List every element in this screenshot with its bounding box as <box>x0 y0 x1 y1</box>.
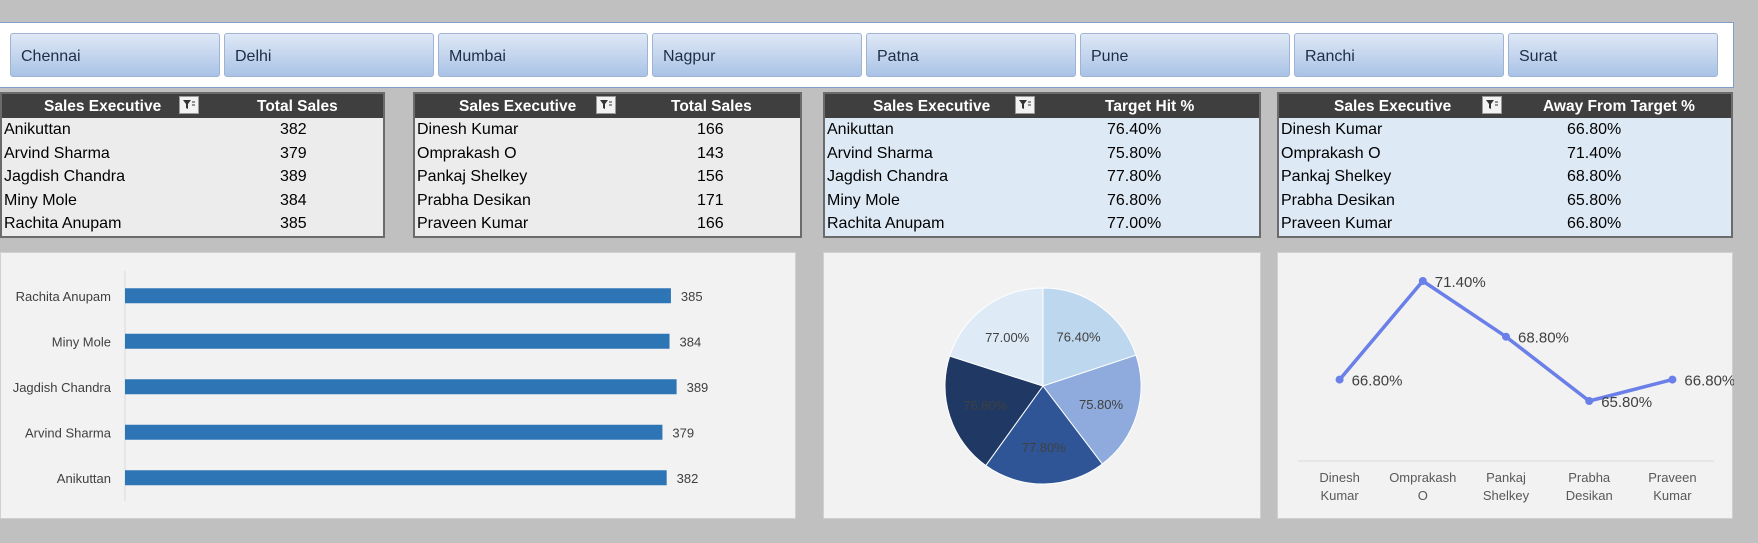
data-label: 379 <box>672 425 694 440</box>
pivot-table-total-sales-1: Sales Executive Total Sales Anikuttan 382… <box>0 92 385 238</box>
tick-label: Miny Mole <box>52 334 111 349</box>
header-sales-executive: Sales Executive <box>873 98 991 115</box>
line-chart: 66.80% Dinesh Kumar 71.40% Omprakash O 68.80% P… <box>1298 274 1735 503</box>
slicer-item-mumbai[interactable]: Mumbai <box>438 33 648 77</box>
line-chart-panel[interactable]: 66.80% Dinesh Kumar 71.40% Omprakash O 68.80% P… <box>1277 252 1735 519</box>
tick-label: Dinesh <box>1319 470 1359 485</box>
tick-label: Kumar <box>1320 488 1359 503</box>
tick-label: Shelkey <box>1483 488 1530 503</box>
table-row: Anikuttan 382 <box>4 121 307 138</box>
filter-icon <box>600 100 612 109</box>
filter-button[interactable] <box>179 96 199 114</box>
data-point <box>1335 375 1344 384</box>
data-label: 66.80% <box>1352 373 1403 390</box>
slicer-item-ranchi[interactable]: Ranchi <box>1294 33 1504 77</box>
table-row: Jagdish Chandra 389 <box>4 168 307 185</box>
header-value: Target Hit % <box>1105 98 1195 115</box>
data-point <box>1668 375 1677 384</box>
slicer-item-pune[interactable]: Pune <box>1080 33 1290 77</box>
data-label: 77.80% <box>1022 440 1067 455</box>
header-value: Total Sales <box>257 98 338 115</box>
filter-button[interactable] <box>1015 96 1035 114</box>
table-row: Pankaj Shelkey 68.80% <box>1281 168 1622 185</box>
bar-chart: Rachita Anupam 385 Miny Mole 384 Jagdish Cha… <box>13 271 709 501</box>
table-row: Omprakash O 71.40% <box>1281 144 1622 162</box>
header-sales-executive: Sales Executive <box>1334 98 1452 115</box>
data-label: 389 <box>687 380 709 395</box>
bar <box>125 288 671 304</box>
filter-button[interactable] <box>1482 96 1502 114</box>
table-row: Prabha Desikan 171 <box>417 191 724 209</box>
tick-label: Rachita Anupam <box>16 289 111 304</box>
data-label: 76.80% <box>963 398 1008 413</box>
table-header: Sales Executive Away From Target % <box>1279 94 1731 118</box>
table-row: Rachita Anupam 385 <box>4 215 307 232</box>
data-point <box>1418 277 1427 285</box>
data-label: 382 <box>677 471 699 486</box>
slicer-item-surat[interactable]: Surat <box>1508 33 1718 77</box>
table-header: Sales Executive Total Sales <box>415 94 800 118</box>
slicer-item-patna[interactable]: Patna <box>866 33 1076 77</box>
tick-label: Jagdish Chandra <box>13 380 112 395</box>
header-value: Away From Target % <box>1543 98 1695 115</box>
table-row: Arvind Sharma 75.80% <box>827 144 1162 162</box>
table-row: Jagdish Chandra 77.80% <box>827 168 1162 185</box>
table-row: Praveen Kumar 166 <box>417 215 724 232</box>
filter-icon <box>183 100 195 109</box>
tick-label: Pankaj <box>1486 470 1526 485</box>
table-row: Miny Mole 76.80% <box>827 191 1162 209</box>
data-label: 75.80% <box>1079 397 1124 412</box>
data-label: 66.80% <box>1684 373 1734 390</box>
data-label: 77.00% <box>985 330 1030 345</box>
table-row: Prabha Desikan 65.80% <box>1281 191 1622 209</box>
pivot-table-total-sales-2: Sales Executive Total Sales Dinesh Kumar… <box>413 92 802 238</box>
slicer-item-nagpur[interactable]: Nagpur <box>652 33 862 77</box>
pie-chart: 76.40% 75.80% 77.80% 76.80% 77.00% <box>944 287 1142 485</box>
table-row: Praveen Kumar 66.80% <box>1281 215 1622 232</box>
table-header: Sales Executive Total Sales <box>2 94 383 118</box>
pie-chart-panel[interactable]: 76.40% 75.80% 77.80% 76.80% 77.00% <box>823 252 1261 519</box>
data-label: 385 <box>681 289 703 304</box>
data-label: 76.40% <box>1057 330 1102 345</box>
table-row: Pankaj Shelkey 156 <box>417 168 724 185</box>
table-row: Arvind Sharma 379 <box>4 144 307 162</box>
table-header: Sales Executive Target Hit % <box>825 94 1259 118</box>
table-row: Omprakash O 143 <box>417 144 724 162</box>
header-sales-executive: Sales Executive <box>459 98 577 115</box>
city-slicer: Chennai Delhi Mumbai Nagpur Patna Pune R… <box>0 22 1734 88</box>
filter-icon <box>1019 100 1031 109</box>
slicer-item-delhi[interactable]: Delhi <box>224 33 434 77</box>
pivot-table-target-hit: Sales Executive Target Hit % Anikuttan 76… <box>823 92 1261 238</box>
data-point <box>1585 397 1594 405</box>
table-row: Anikuttan 76.40% <box>827 121 1162 138</box>
table-row: Dinesh Kumar 66.80% <box>1281 121 1622 138</box>
header-sales-executive: Sales Executive <box>44 98 162 115</box>
tick-label: Omprakash <box>1389 470 1456 485</box>
slicer-item-chennai[interactable]: Chennai <box>10 33 220 77</box>
header-value: Total Sales <box>671 98 752 115</box>
data-label: 71.40% <box>1435 274 1486 291</box>
data-point <box>1502 332 1510 341</box>
bar <box>125 333 670 349</box>
table-row: Miny Mole 384 <box>4 191 307 209</box>
tick-label: Arvind Sharma <box>25 425 112 440</box>
tick-label: Desikan <box>1566 488 1613 503</box>
data-label: 68.80% <box>1518 330 1569 347</box>
bar-chart-panel[interactable]: Rachita Anupam 385 Miny Mole 384 Jagdish Cha… <box>0 252 796 519</box>
tick-label: Anikuttan <box>57 471 111 486</box>
pivot-table-away-from-target: Sales Executive Away From Target % Dines… <box>1277 92 1733 238</box>
table-row: Rachita Anupam 77.00% <box>827 215 1162 232</box>
table-row: Dinesh Kumar 166 <box>417 121 724 138</box>
data-label: 65.80% <box>1601 394 1652 411</box>
tick-label: Kumar <box>1653 488 1692 503</box>
tick-label: O <box>1418 488 1428 503</box>
tick-label: Prabha <box>1568 470 1611 485</box>
tick-label: Praveen <box>1648 470 1696 485</box>
filter-icon <box>1486 100 1498 109</box>
data-label: 384 <box>680 334 702 349</box>
bar <box>125 379 677 395</box>
filter-button[interactable] <box>596 96 616 114</box>
bar <box>125 470 667 486</box>
bar <box>125 424 663 440</box>
